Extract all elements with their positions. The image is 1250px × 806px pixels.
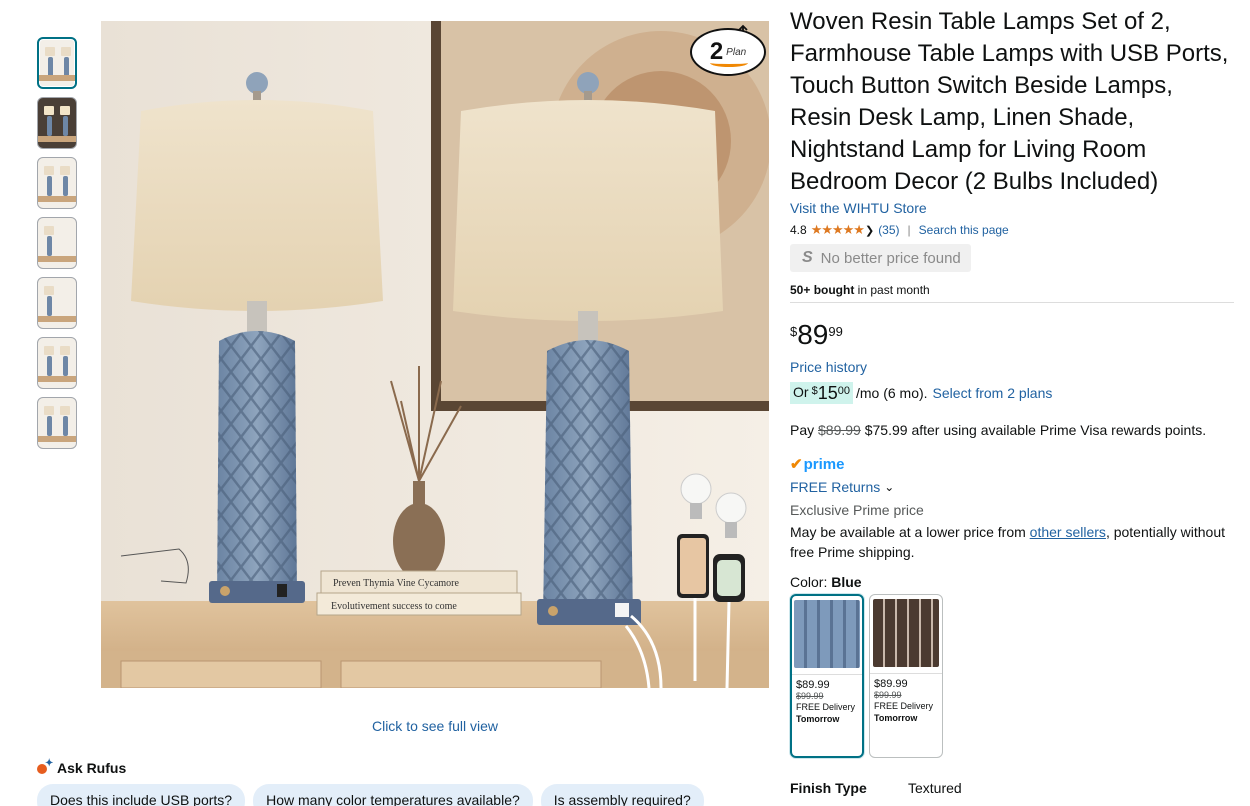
monthly-whole: 15 bbox=[817, 383, 838, 403]
swatch-brown[interactable]: $89.99 $99.99 FREE Delivery Tomorrow bbox=[869, 594, 943, 758]
smile-icon bbox=[710, 59, 748, 67]
thumbnail-6[interactable] bbox=[37, 337, 77, 389]
finish-type-row: Finish Type Textured bbox=[790, 780, 962, 796]
swatch-brown-image bbox=[873, 599, 939, 667]
rufus-chip-usb[interactable]: Does this include USB ports? bbox=[37, 784, 246, 806]
no-better-price-text: No better price found bbox=[820, 249, 961, 267]
pay-strike-price: $89.99 bbox=[818, 422, 861, 438]
thumbnail-3[interactable] bbox=[37, 157, 77, 209]
click-full-view-link[interactable]: Click to see full view bbox=[101, 718, 769, 734]
other-sellers-link[interactable]: other sellers bbox=[1030, 524, 1106, 540]
other-sellers-note: May be available at a lower price from o… bbox=[790, 522, 1230, 562]
swatch-blue-image bbox=[794, 600, 860, 668]
swatch-delivery: FREE Delivery Tomorrow bbox=[874, 701, 934, 723]
thumbnail-7[interactable] bbox=[37, 397, 77, 449]
no-better-price-badge: S No better price found bbox=[790, 244, 971, 272]
monthly-rest: /mo (6 mo). bbox=[855, 385, 928, 401]
plan-badge-text: Plan bbox=[726, 46, 747, 58]
rating-score: 4.8 bbox=[790, 223, 807, 237]
rufus-chips: Does this include USB ports? How many co… bbox=[37, 784, 704, 806]
thumbnail-5[interactable] bbox=[37, 277, 77, 329]
pay-prefix: Pay bbox=[790, 422, 819, 438]
ask-rufus-label: Ask Rufus bbox=[57, 760, 127, 776]
prime-label: prime bbox=[803, 455, 845, 473]
lamp-illustration: Preven Thymia Vine Cycamore Evolutivemen… bbox=[101, 21, 769, 688]
review-count-link[interactable]: (35) bbox=[878, 223, 899, 237]
thumbnail-2[interactable] bbox=[37, 97, 77, 149]
swatch-old-price: $99.99 bbox=[796, 691, 824, 701]
swatch-price: $89.99 bbox=[874, 678, 908, 690]
star-rating-icon[interactable]: ★★★★★ bbox=[811, 222, 865, 238]
main-product-image[interactable]: Preven Thymia Vine Cycamore Evolutivemen… bbox=[101, 21, 769, 688]
swatch-blue[interactable]: $89.99 $99.99 FREE Delivery Tomorrow bbox=[790, 594, 864, 758]
book-text-2: Evolutivement success to come bbox=[331, 601, 457, 612]
price-extension-icon: S bbox=[802, 249, 813, 266]
rufus-icon: ✦ bbox=[37, 758, 53, 775]
product-title: Woven Resin Table Lamps Set of 2, Farmho… bbox=[790, 8, 1229, 195]
search-this-page-link[interactable]: Search this page bbox=[919, 223, 1009, 237]
exclusive-prime-price: Exclusive Prime price bbox=[790, 502, 924, 518]
divider: | bbox=[907, 223, 911, 237]
free-returns-label: FREE Returns bbox=[790, 479, 881, 495]
monthly-prefix: Or bbox=[793, 384, 809, 400]
section-divider bbox=[790, 302, 1234, 303]
rating-row: 4.8 ★★★★★ ❯ (35) | Search this page bbox=[790, 222, 1230, 238]
color-label: Color: Blue bbox=[790, 574, 1230, 590]
finish-type-key: Finish Type bbox=[790, 780, 867, 796]
pay-rest: $75.99 after using available Prime Visa … bbox=[860, 422, 1207, 438]
protection-plan-badge[interactable]: 2 Plan bbox=[690, 28, 766, 76]
prime-badge: ✔ prime bbox=[790, 455, 1230, 474]
book-text-1: Preven Thymia Vine Cycamore bbox=[333, 578, 460, 589]
price-history-link[interactable]: Price history bbox=[790, 359, 1230, 375]
rufus-chip-color-temp[interactable]: How many color temperatures available? bbox=[253, 784, 533, 806]
select-plans-link[interactable]: Select from 2 plans bbox=[933, 385, 1053, 401]
finish-type-value: Textured bbox=[908, 780, 962, 796]
color-label-prefix: Color: bbox=[790, 574, 832, 590]
color-swatches: $89.99 $99.99 FREE Delivery Tomorrow $89.… bbox=[790, 594, 1230, 758]
prime-visa-offer: Pay $89.99 $75.99 after using available … bbox=[790, 422, 1230, 438]
swatch-old-price: $99.99 bbox=[874, 690, 902, 700]
color-value: Blue bbox=[831, 574, 862, 590]
chevron-down-icon[interactable]: ❯ bbox=[865, 224, 874, 237]
chevron-down-icon: ⌄ bbox=[884, 480, 895, 494]
swatch-price: $89.99 bbox=[796, 679, 830, 691]
ask-rufus: ✦ Ask Rufus bbox=[37, 758, 127, 776]
bought-count-rest: in past month bbox=[854, 283, 930, 297]
price-symbol: $ bbox=[790, 324, 798, 339]
prime-check-icon: ✔ bbox=[790, 456, 803, 473]
rufus-chip-assembly[interactable]: Is assembly required? bbox=[540, 784, 704, 806]
bought-count: 50+ bought in past month bbox=[790, 283, 1230, 297]
thumbnail-4[interactable] bbox=[37, 217, 77, 269]
free-returns-link[interactable]: FREE Returns ⌄ bbox=[790, 479, 1230, 495]
price-fraction: 99 bbox=[828, 324, 843, 339]
monthly-highlight: Or $ 15 00 bbox=[790, 382, 853, 404]
thumbnail-1[interactable] bbox=[37, 37, 77, 89]
price: $ 89 99 bbox=[790, 321, 1230, 349]
monthly-payment: Or $ 15 00 /mo (6 mo). Select from 2 pla… bbox=[790, 382, 1230, 404]
store-link[interactable]: Visit the WIHTU Store bbox=[790, 200, 1230, 216]
swatch-delivery: FREE Delivery Tomorrow bbox=[796, 702, 856, 724]
product-details: Woven Resin Table Lamps Set of 2, Farmho… bbox=[790, 6, 1234, 758]
price-whole: 89 bbox=[797, 319, 829, 350]
bought-count-bold: 50+ bought bbox=[790, 283, 855, 297]
monthly-fraction: 00 bbox=[837, 385, 850, 397]
maybe-prefix: May be available at a lower price from bbox=[790, 524, 1030, 540]
thumbnail-strip bbox=[37, 37, 77, 457]
